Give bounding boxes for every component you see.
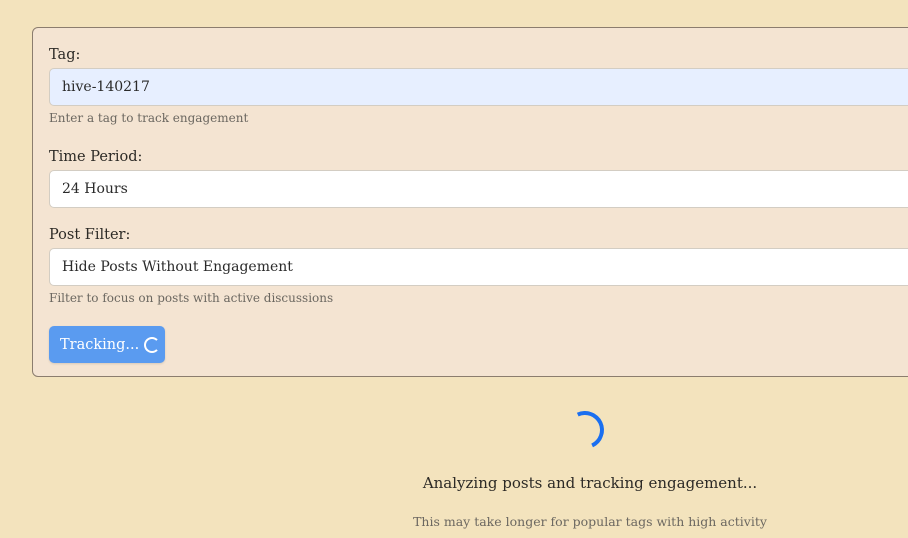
track-button-label: Tracking...: [60, 336, 140, 353]
post-filter-label: Post Filter:: [49, 227, 131, 243]
post-filter-hint: Filter to focus on posts with active dis…: [49, 291, 334, 305]
loading-spinner-icon: [560, 405, 610, 455]
loading-note: This may take longer for popular tags wi…: [413, 514, 767, 529]
time-period-select[interactable]: 24 Hours: [49, 170, 908, 208]
post-filter-select[interactable]: Hide Posts Without Engagement: [49, 248, 908, 286]
tag-input[interactable]: hive-140217: [49, 68, 908, 106]
track-button[interactable]: Tracking...: [49, 326, 165, 363]
loading-message: Analyzing posts and tracking engagement.…: [422, 474, 758, 492]
time-period-label: Time Period:: [49, 149, 143, 165]
tracker-form-panel: Tag: hive-140217 Enter a tag to track en…: [32, 27, 908, 377]
tag-label: Tag:: [49, 47, 81, 63]
spinner-icon: [144, 336, 161, 353]
tag-hint: Enter a tag to track engagement: [49, 111, 249, 125]
